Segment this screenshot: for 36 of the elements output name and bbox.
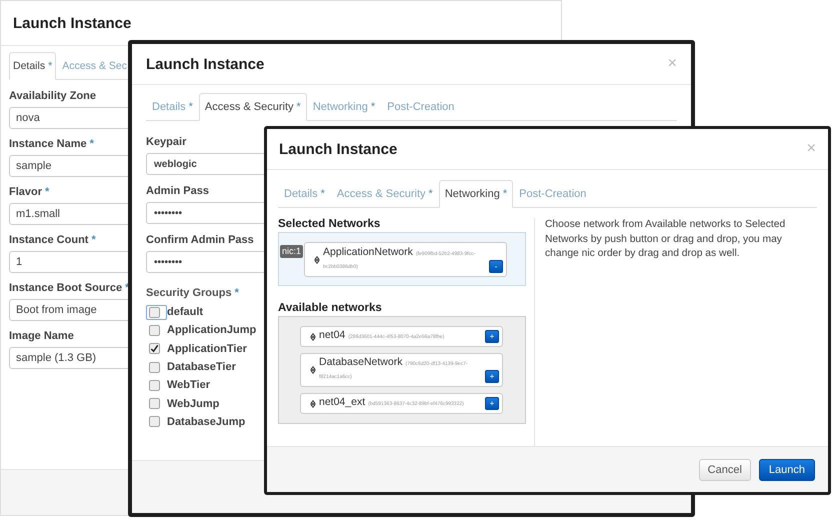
checkbox-label: WebTier [167,379,210,392]
window-title: Launch Instance [279,140,398,158]
tab[interactable]: Access & Security * [198,93,307,121]
field-label: Availability Zone [9,90,96,102]
add-button[interactable]: + [485,370,499,383]
checkbox-label: ApplicationJump [167,324,256,336]
field-label: Flavor * [9,186,50,198]
field-label: Instance Count * [9,234,96,246]
remove-button[interactable]: - [489,260,504,273]
window-title: Launch Instance [13,14,132,32]
window-title: Launch Instance [146,56,264,72]
section-heading: Selected Networks [278,218,380,230]
help-text: Choose network from Available networks to Selected Networks by push button or drag and drop, you may change nic order by drag and drop as well. [545,218,786,261]
field-label: Instance Name * [9,138,94,150]
section-heading: Available networks [278,302,382,314]
tab[interactable]: Access & Security * [330,180,439,208]
tab[interactable]: Networking * [438,180,514,208]
checkbox-label: DatabaseTier [167,361,236,374]
tab[interactable]: Details * [146,93,199,121]
field-label: Keypair [146,136,186,148]
tab[interactable]: Details * [9,52,56,80]
nic-badge: nic:1 [280,245,304,258]
add-button[interactable]: + [485,330,499,343]
tab[interactable]: Details * [278,180,331,208]
tab[interactable]: Networking * [306,93,382,121]
checkbox-label: default [167,306,204,318]
checkbox-label: ApplicationTier [167,342,247,355]
field-label: Confirm Admin Pass [146,234,254,246]
cancel-button[interactable]: Cancel [698,458,751,480]
checkbox-label: DatabaseJump [167,416,246,428]
launch-button[interactable]: Launch [758,458,815,480]
field-label: Image Name [9,330,74,342]
field-label: Admin Pass [146,185,209,197]
field-label: Security Groups * [146,287,239,299]
checkbox-label: WebJump [167,398,220,410]
add-button[interactable]: + [485,397,499,410]
